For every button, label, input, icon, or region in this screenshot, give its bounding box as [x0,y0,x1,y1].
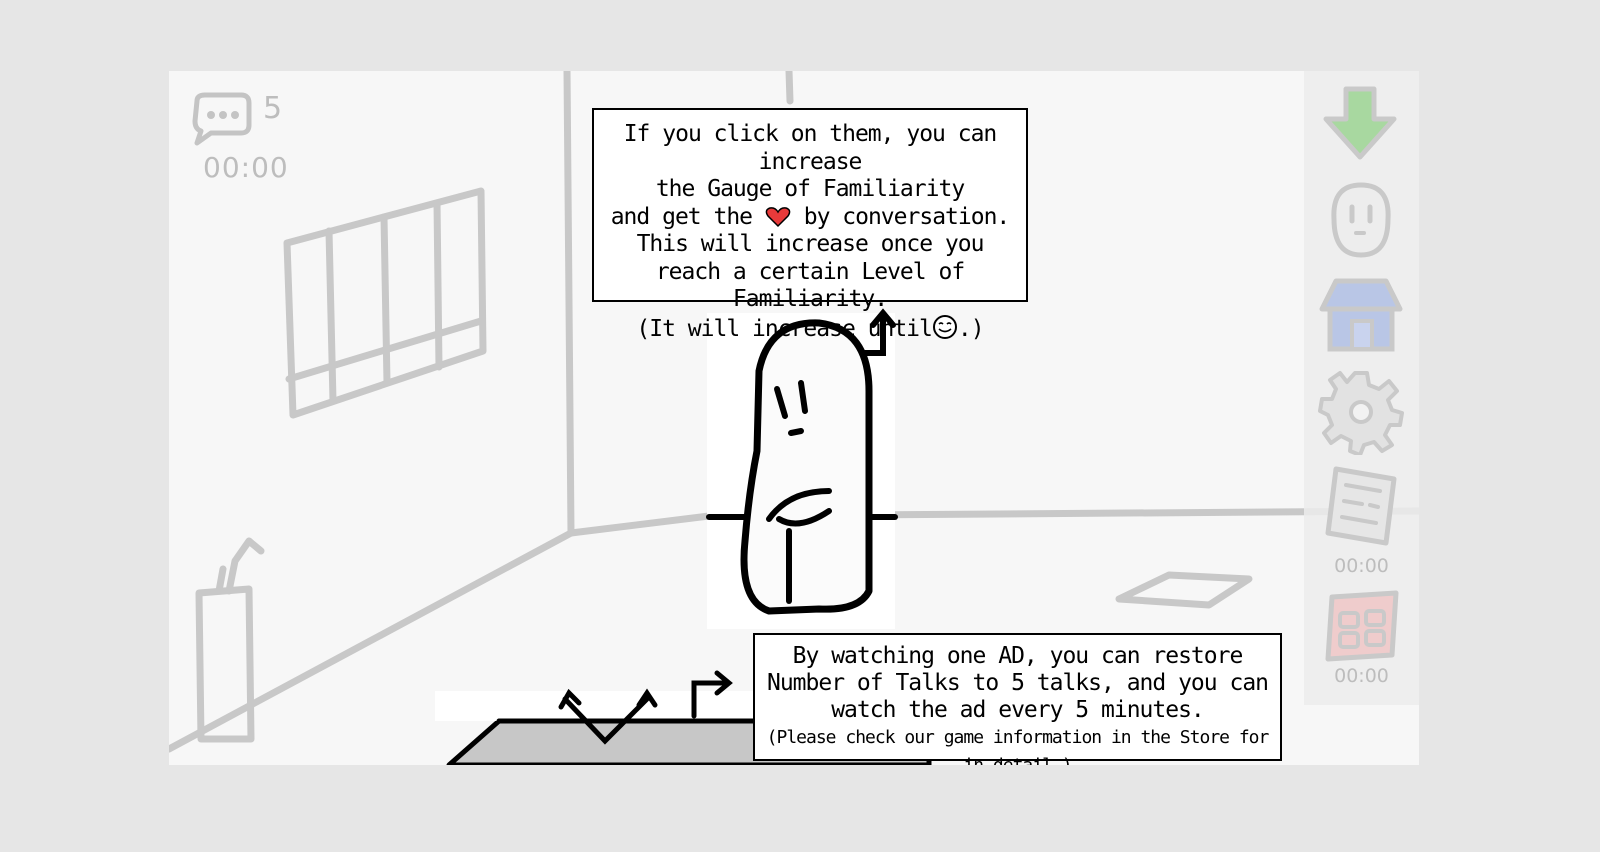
talk-count: 5 [263,91,283,126]
newspaper-button[interactable] [1316,461,1406,551]
tip-text: and get the [610,203,765,230]
tip-line: (It will increase until.) [594,314,1026,344]
calendar-timer: 00:00 [1334,665,1389,687]
gear-icon [1318,371,1404,457]
newspaper-timer: 00:00 [1334,555,1389,577]
heart-icon [765,206,791,227]
tip-line: Number of Talks to 5 talks, and you can [766,670,1269,696]
familiarity-tip[interactable]: If you click on them, you can increase t… [592,108,1028,342]
tip-line: and get the by conversation. [594,204,1026,232]
house-icon [1319,278,1403,352]
tip-line: This will increase once you [636,231,985,257]
download-button[interactable] [1316,79,1406,169]
tip-text: by conversation. [790,203,1011,230]
tip-line: By watching one AD, you can restore [792,643,1244,669]
newspaper-icon [1325,466,1397,546]
down-arrow-icon [1323,86,1397,160]
talk-counter: 5 00:00 [191,91,291,191]
tip-note: (Please check our game information in th… [766,727,1270,765]
store-button[interactable] [1316,269,1406,359]
speech-bubble-icon [192,92,252,146]
ad-tip[interactable]: By watching one AD, you can restore Numb… [753,633,1282,765]
side-menu: 00:00 00:00 [1304,71,1419,705]
game-viewport: 5 00:00 00:00 00:00 If you click on them… [169,71,1419,765]
talk-timer: 00:00 [203,151,289,184]
tip-line: watch the ad every 5 minutes. [831,697,1205,723]
settings-button[interactable] [1316,365,1406,457]
tip-text: (It will increase until [636,315,932,342]
smiling-face-icon [932,314,957,339]
character-button[interactable] [1316,175,1406,265]
ghost-face-icon [1331,182,1391,258]
tip-line: reach a certain Level of Familiarity. [655,258,965,313]
tip-line: If you click on them, you can increase [623,121,998,175]
tip-line: the Gauge of Familiarity [655,176,965,202]
tip-text: .) [957,315,985,342]
calendar-button[interactable] [1316,583,1406,673]
calendar-icon [1325,590,1399,662]
